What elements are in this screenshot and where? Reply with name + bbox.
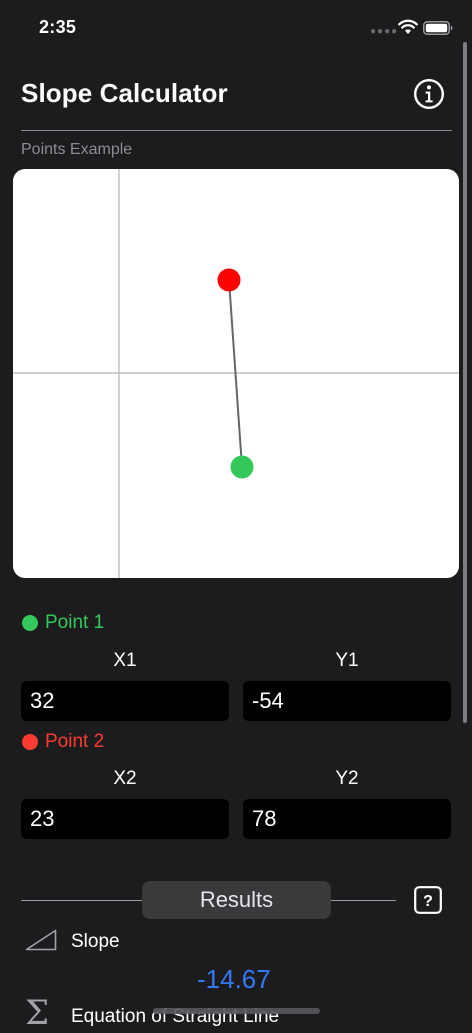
scrollbar[interactable] xyxy=(463,42,467,723)
slope-label: Slope xyxy=(71,931,120,952)
svg-text:?: ? xyxy=(423,893,433,910)
points-example-label: Points Example xyxy=(21,141,133,158)
header-divider xyxy=(21,130,452,131)
cellular-signal-icon: ●●●● xyxy=(370,26,399,37)
page-title: Slope Calculator xyxy=(21,78,228,108)
x1-label: X1 xyxy=(113,650,137,671)
x2-label: X2 xyxy=(113,768,137,789)
y2-input[interactable] xyxy=(243,799,451,839)
triangle-slope-icon xyxy=(25,929,57,951)
point-1-heading: Point 1 xyxy=(22,612,104,634)
y1-input[interactable] xyxy=(243,681,451,721)
home-indicator[interactable] xyxy=(153,1008,320,1014)
info-icon[interactable] xyxy=(413,78,445,110)
x2-input[interactable] xyxy=(21,799,229,839)
point-2-dot-icon xyxy=(22,734,38,750)
sigma-icon: Σ xyxy=(25,993,50,1033)
point-2-label: Point 2 xyxy=(45,731,105,752)
battery-icon xyxy=(423,21,453,35)
results-divider-right xyxy=(331,900,396,901)
points-graph xyxy=(13,169,459,578)
x1-input[interactable] xyxy=(21,681,229,721)
wifi-icon xyxy=(398,19,418,34)
results-header: Results xyxy=(142,881,331,919)
y2-label: Y2 xyxy=(335,768,359,789)
results-divider-left xyxy=(21,900,142,901)
point-2-heading: Point 2 xyxy=(22,731,104,753)
point-1-dot-icon xyxy=(22,615,38,631)
y1-label: Y1 xyxy=(335,650,359,671)
slope-value: -14.67 xyxy=(197,964,271,994)
status-time: 2:35 xyxy=(39,17,77,37)
points-graph-svg xyxy=(13,169,459,578)
graph-point-1 xyxy=(230,455,254,479)
graph-point-2 xyxy=(217,268,241,292)
point-1-label: Point 1 xyxy=(45,612,105,633)
question-square-icon[interactable]: ? xyxy=(414,886,442,914)
